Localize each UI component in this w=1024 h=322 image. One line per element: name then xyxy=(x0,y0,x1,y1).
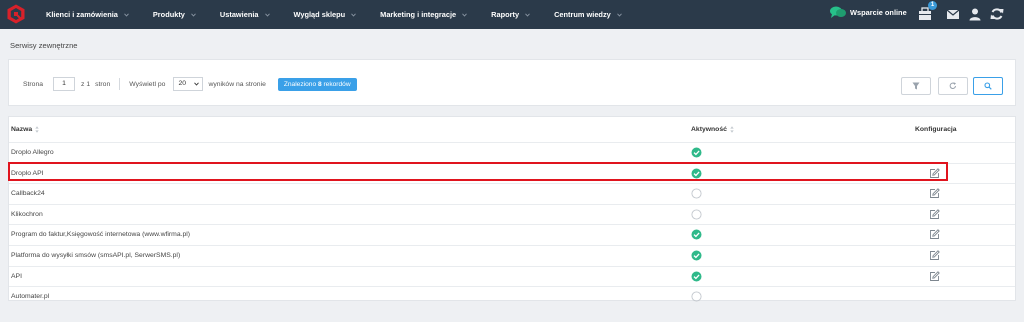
inactive-circle-icon[interactable] xyxy=(691,188,702,199)
service-name: Klikochron xyxy=(11,210,43,218)
nav-item-produkty[interactable]: Produkty xyxy=(153,10,196,19)
filter-button[interactable] xyxy=(901,77,931,95)
page-label: Strona xyxy=(23,80,44,88)
nav-item-label: Marketing i integracje xyxy=(380,10,457,19)
reset-button[interactable] xyxy=(938,77,968,95)
table-row: Klikochron xyxy=(9,203,1015,224)
per-page-label: Wyświetl po xyxy=(129,80,166,88)
filter-panel: Strona 1 z 1 stron Wyświetl po 20 wynikó… xyxy=(8,59,1016,106)
table-row: API xyxy=(9,265,1015,286)
page-number-input[interactable]: 1 xyxy=(53,77,76,91)
table-row: Automater.pl xyxy=(9,286,1015,306)
active-check-icon[interactable] xyxy=(691,147,702,158)
table-row: Droplo Allegro xyxy=(9,142,1015,162)
edit-config-icon[interactable] xyxy=(929,250,940,261)
main-menu: Klienci i zamówienia Produkty Ustawienia Wy… xyxy=(46,0,646,29)
chevron-down-icon xyxy=(525,12,530,17)
service-name: Platforma do wysyłki smsów (smsAPI.pl, S… xyxy=(11,252,181,259)
nav-item-centrum-wiedzy[interactable]: Centrum wiedzy xyxy=(554,10,622,19)
page-title: Serwisy zewnętrzne xyxy=(10,41,78,50)
highlighted-row-outline xyxy=(8,162,948,181)
support-online-label: Wsparcie online xyxy=(850,8,907,17)
chevron-down-icon xyxy=(194,82,200,86)
user-icon[interactable] xyxy=(968,7,982,21)
service-name: Callback24 xyxy=(11,190,45,198)
records-found-badge: Znaleziono 8 rekordów xyxy=(277,77,357,91)
top-navigation-bar: Klienci i zamówienia Produkty Ustawienia Wy… xyxy=(0,0,1024,29)
column-header-name-label: Nazwa xyxy=(11,126,33,133)
service-name: Program do faktur,Księgowość internetowa… xyxy=(11,231,191,239)
active-check-icon[interactable] xyxy=(691,271,702,282)
nav-item-wygląd-sklepu[interactable]: Wygląd sklepu xyxy=(294,10,357,19)
table-row: Callback24 xyxy=(9,183,1015,203)
sort-icon xyxy=(35,126,39,133)
pager: Strona 1 z 1 stron Wyświetl po 20 wynikó… xyxy=(23,77,357,91)
sort-icon xyxy=(730,126,734,133)
active-check-icon[interactable] xyxy=(691,229,702,240)
notification-badge: 1 xyxy=(928,1,937,10)
chat-icon xyxy=(830,6,846,18)
table-row: Program do faktur,Księgowość internetowa… xyxy=(9,224,1015,244)
table-row: Platforma do wysyłki smsów (smsAPI.pl, S… xyxy=(9,245,1015,265)
column-header-config-label: Konfiguracja xyxy=(915,126,957,133)
services-table: Nazwa Aktywność Konfiguracja Droplo Alle… xyxy=(8,116,1016,302)
nav-item-label: Centrum wiedzy xyxy=(554,10,611,19)
edit-config-icon[interactable] xyxy=(929,229,940,240)
chevron-down-icon xyxy=(616,12,622,17)
nav-item-raporty[interactable]: Raporty xyxy=(491,10,530,19)
page-of-label: z 1 xyxy=(81,80,91,88)
chevron-down-icon xyxy=(124,12,129,17)
service-name: Automater.pl xyxy=(11,293,50,301)
mail-icon[interactable] xyxy=(946,7,960,21)
nav-item-label: Wygląd sklepu xyxy=(293,10,346,19)
found-prefix: Znaleziono xyxy=(283,80,317,88)
pager-divider xyxy=(119,78,121,90)
column-header-name[interactable]: Nazwa xyxy=(11,126,39,133)
search-icon xyxy=(984,82,992,90)
nav-item-ustawienia[interactable]: Ustawienia xyxy=(220,10,270,19)
column-header-active[interactable]: Aktywność xyxy=(691,126,734,133)
filter-icon xyxy=(912,82,920,90)
inactive-circle-icon[interactable] xyxy=(691,291,702,302)
refresh-icon[interactable] xyxy=(990,7,1004,21)
pages-label: stron xyxy=(95,80,111,88)
chevron-down-icon xyxy=(351,12,356,17)
per-page-select[interactable]: 20 xyxy=(173,77,204,91)
found-count: 8 xyxy=(317,80,322,88)
nav-item-label: Raporty xyxy=(491,10,520,19)
logo-icon[interactable] xyxy=(6,4,26,24)
service-name: Droplo Allegro xyxy=(11,149,54,156)
chevron-down-icon xyxy=(462,12,467,17)
column-header-config: Konfiguracja xyxy=(915,126,957,133)
edit-config-icon[interactable] xyxy=(929,188,940,199)
per-page-suffix: wyników na stronie xyxy=(208,80,266,88)
nav-item-klienci-i-zamówienia[interactable]: Klienci i zamówienia xyxy=(46,10,129,19)
column-header-active-label: Aktywność xyxy=(691,126,727,133)
nav-item-label: Produkty xyxy=(152,10,185,19)
edit-config-icon[interactable] xyxy=(929,208,940,220)
edit-config-icon[interactable] xyxy=(929,270,940,282)
nav-item-marketing-i-integracje[interactable]: Marketing i integracje xyxy=(380,10,467,19)
inactive-circle-icon[interactable] xyxy=(691,209,702,220)
active-check-icon[interactable] xyxy=(691,250,702,261)
reset-icon xyxy=(949,82,956,89)
search-button[interactable] xyxy=(973,77,1003,95)
nav-item-label: Ustawienia xyxy=(219,10,259,19)
service-name: API xyxy=(11,272,22,280)
found-suffix: rekordów xyxy=(323,80,351,88)
per-page-value: 20 xyxy=(178,80,186,87)
support-online-button[interactable]: Wsparcie online xyxy=(830,6,907,19)
chevron-down-icon xyxy=(191,12,196,17)
nav-item-label: Klienci i zamówienia xyxy=(46,10,118,19)
chevron-down-icon xyxy=(264,12,270,17)
